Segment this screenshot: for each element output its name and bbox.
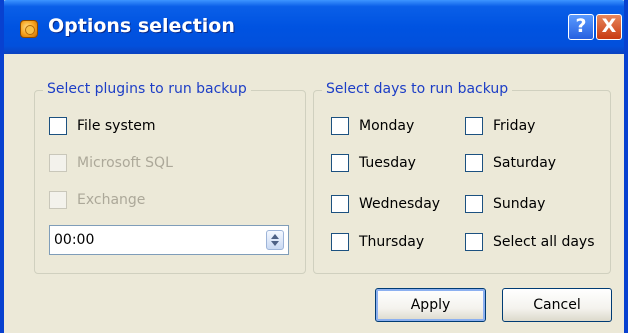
day-wednesday-option[interactable]: Wednesday [331, 195, 440, 213]
apply-button[interactable]: Apply [375, 288, 486, 322]
close-button[interactable]: X [596, 14, 622, 40]
spinner-down-icon[interactable] [271, 241, 279, 246]
time-spinner[interactable] [266, 230, 284, 250]
plugins-group: Select plugins to run backup File system… [34, 81, 306, 274]
thursday-checkbox[interactable] [331, 233, 349, 251]
plugins-group-legend: Select plugins to run backup [43, 81, 251, 97]
options-dialog: Options selection ? X Select plugins to … [0, 0, 628, 333]
day-sunday-option[interactable]: Sunday [465, 195, 545, 213]
exchange-label: Exchange [77, 192, 146, 208]
days-group-legend: Select days to run backup [322, 81, 513, 97]
help-button[interactable]: ? [568, 14, 594, 40]
microsoft-sql-label: Microsoft SQL [77, 155, 173, 171]
day-tuesday-option[interactable]: Tuesday [331, 154, 416, 172]
day-thursday-option[interactable]: Thursday [331, 233, 424, 251]
spinner-up-icon[interactable] [271, 234, 279, 239]
tuesday-label: Tuesday [359, 155, 416, 171]
file-system-checkbox[interactable] [49, 117, 67, 135]
day-friday-option[interactable]: Friday [465, 117, 535, 135]
monday-label: Monday [359, 118, 415, 134]
saturday-checkbox[interactable] [465, 154, 483, 172]
friday-label: Friday [493, 118, 536, 134]
plugin-file-system-option[interactable]: File system [49, 117, 156, 135]
wednesday-checkbox[interactable] [331, 195, 349, 213]
exchange-checkbox [49, 191, 67, 209]
day-monday-option[interactable]: Monday [331, 117, 414, 135]
thursday-label: Thursday [359, 234, 425, 250]
time-value: 00:00 [54, 232, 95, 248]
select-all-days-checkbox[interactable] [465, 233, 483, 251]
day-saturday-option[interactable]: Saturday [465, 154, 556, 172]
days-group: Select days to run backup Monday Tuesday… [313, 81, 611, 274]
cancel-button[interactable]: Cancel [502, 288, 612, 322]
title-bar[interactable]: Options selection ? X [4, 0, 624, 54]
saturday-label: Saturday [493, 155, 557, 171]
tuesday-checkbox[interactable] [331, 154, 349, 172]
sunday-label: Sunday [493, 196, 546, 212]
plugin-exchange-option: Exchange [49, 191, 145, 209]
wednesday-label: Wednesday [359, 196, 441, 212]
friday-checkbox[interactable] [465, 117, 483, 135]
microsoft-sql-checkbox [49, 154, 67, 172]
sunday-checkbox[interactable] [465, 195, 483, 213]
file-system-label: File system [77, 118, 156, 134]
monday-checkbox[interactable] [331, 117, 349, 135]
app-icon [20, 20, 38, 38]
dialog-title: Options selection [48, 15, 235, 37]
plugin-microsoft-sql-option: Microsoft SQL [49, 154, 173, 172]
select-all-days-label: Select all days [493, 234, 595, 250]
time-input[interactable]: 00:00 [49, 225, 289, 255]
select-all-days-option[interactable]: Select all days [465, 233, 595, 251]
